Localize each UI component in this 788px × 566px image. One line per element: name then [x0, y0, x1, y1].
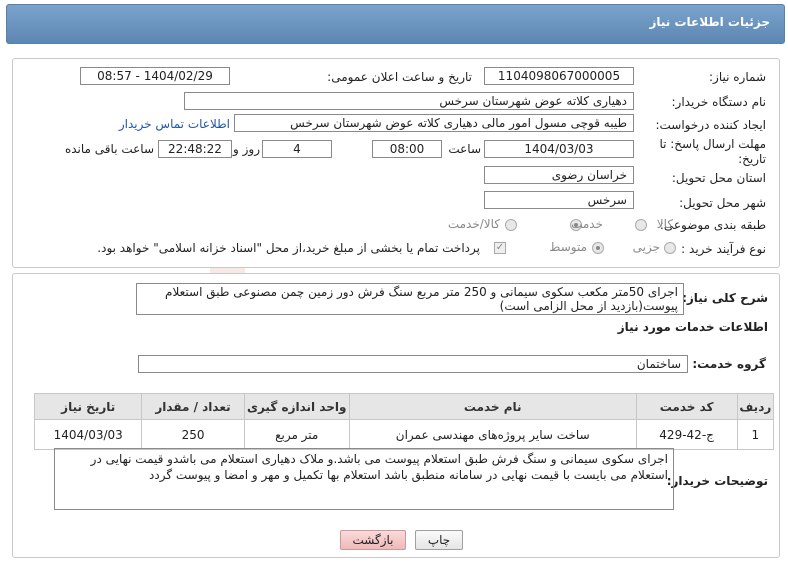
- category-option-service: خدمت: [571, 217, 603, 231]
- cell-quantity: 250: [141, 419, 245, 450]
- buyer-notes-textarea[interactable]: اجرای سکوی سیمانی و سنگ فرش طبق استعلام …: [54, 448, 674, 510]
- deadline-label-date: تاریخ:: [738, 152, 766, 166]
- days-field: 4: [262, 140, 332, 158]
- deadline-date-field: 1404/03/03: [484, 140, 634, 158]
- cell-need-date: 1404/03/03: [33, 419, 143, 450]
- cell-service-name: ساخت سایر پروژه‌های مهندسی عمران: [348, 419, 637, 450]
- page-title: جزئیات اطلاعات نیاز: [649, 15, 770, 29]
- services-table: ردیف کد خدمت نام خدمت واحد اندازه گیری ت…: [33, 393, 775, 450]
- process-radio-medium[interactable]: [592, 242, 604, 254]
- category-option-goods-service: کالا/خدمت: [447, 217, 500, 231]
- treasury-note: پرداخت تمام یا بخشی از مبلغ خرید،از محل …: [97, 241, 480, 255]
- category-radio-goods-service[interactable]: [505, 219, 517, 231]
- remaining-time-field: 22:48:22: [158, 140, 232, 158]
- process-option-minor: جزیی: [632, 240, 660, 254]
- category-label: طبقه بندی موضوعی:: [659, 218, 766, 232]
- cell-row-number: 1: [736, 419, 775, 450]
- province-label: استان محل تحویل:: [671, 171, 766, 185]
- cell-service-code: ج-42-429: [635, 419, 738, 450]
- process-radio-minor[interactable]: [664, 242, 676, 254]
- service-group-label: گروه خدمت:: [692, 357, 766, 371]
- page-header: جزئیات اطلاعات نیاز: [6, 4, 785, 44]
- need-number-label: شماره نیاز:: [709, 70, 766, 84]
- header-unit: واحد اندازه گیری: [243, 393, 350, 420]
- process-option-medium: متوسط: [549, 240, 587, 254]
- services-section-title: اطلاعات خدمات مورد نیاز: [617, 320, 768, 334]
- header-quantity: تعداد / مقدار: [141, 393, 245, 420]
- deadline-time-field: 08:00: [372, 140, 442, 158]
- buyer-org-label: نام دستگاه خریدار:: [671, 95, 767, 109]
- contact-info-link[interactable]: اطلاعات تماس خریدار: [119, 117, 230, 131]
- category-radio-goods[interactable]: [635, 219, 647, 231]
- header-service-name: نام خدمت: [348, 393, 637, 420]
- announce-field: 1404/02/29 - 08:57: [80, 67, 230, 85]
- service-group-field: ساختمان: [138, 355, 688, 373]
- city-field: سرخس: [484, 191, 634, 209]
- treasury-checkbox[interactable]: ✓: [494, 242, 506, 254]
- header-service-code: کد خدمت: [635, 393, 738, 420]
- summary-label: شرح کلی نیاز:: [682, 291, 768, 305]
- print-button[interactable]: چاپ: [415, 530, 463, 550]
- province-field: خراسان رضوی: [484, 166, 634, 184]
- info-panel: [12, 58, 780, 268]
- need-number-field: 1104098067000005: [484, 67, 634, 85]
- table-row: 1 ج-42-429 ساخت سایر پروژه‌های مهندسی عم…: [33, 419, 775, 450]
- process-label: نوع فرآیند خرید :: [681, 242, 766, 256]
- remaining-label: ساعت باقی مانده: [64, 142, 154, 156]
- table-header-row: ردیف کد خدمت نام خدمت واحد اندازه گیری ت…: [33, 393, 775, 420]
- days-label: روز و: [233, 142, 260, 156]
- creator-label: ایجاد کننده درخواست:: [655, 118, 766, 132]
- deadline-time-label: ساعت: [448, 142, 481, 156]
- back-button[interactable]: بازگشت: [340, 530, 406, 550]
- announce-label: تاریخ و ساعت اعلان عمومی:: [327, 70, 472, 84]
- header-need-date: تاریخ نیاز: [33, 393, 143, 420]
- city-label: شهر محل تحویل:: [679, 196, 766, 210]
- category-option-goods: کالا: [656, 217, 673, 231]
- cell-unit: متر مربع: [243, 419, 350, 450]
- deadline-label: مهلت ارسال پاسخ: تا: [659, 137, 766, 151]
- summary-textarea[interactable]: اجرای 50متر مکعب سکوی سیمانی و 250 متر م…: [136, 283, 684, 315]
- buyer-notes-label: توضیحات خریدار:: [666, 474, 768, 488]
- buyer-org-field: دهیاری کلاته عوض شهرستان سرخس: [184, 92, 634, 110]
- creator-field: طیبه قوچی مسول امور مالی دهیاری کلاته عو…: [234, 114, 634, 132]
- header-row-number: ردیف: [736, 393, 775, 420]
